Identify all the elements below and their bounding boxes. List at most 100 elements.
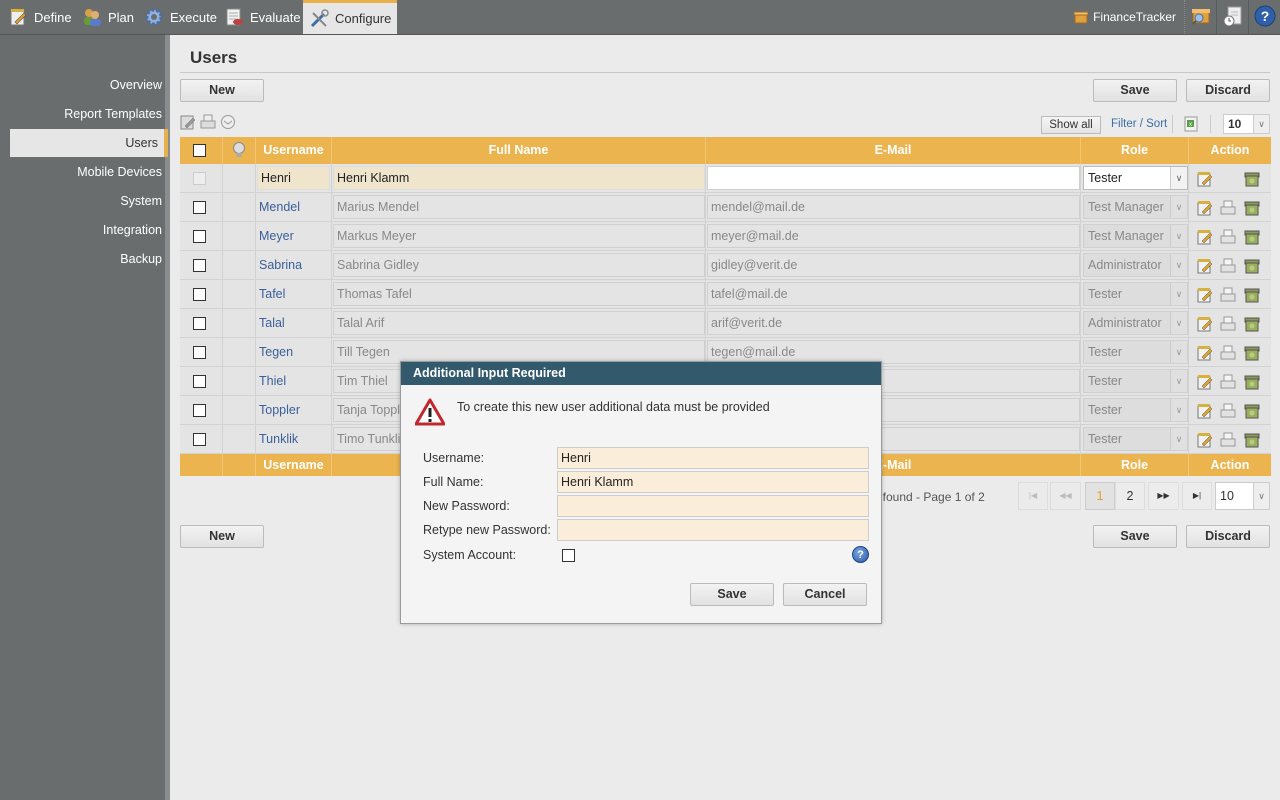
username-link[interactable]: Tegen xyxy=(259,345,293,359)
archive-delete-icon[interactable] xyxy=(1244,374,1260,390)
edit-icon[interactable] xyxy=(1197,374,1213,390)
role-select[interactable]: Tester ∨ xyxy=(1083,427,1188,451)
username-input[interactable]: Henri xyxy=(557,447,869,469)
email-field[interactable]: meyer@mail.de xyxy=(707,224,1080,248)
show-all-button[interactable]: Show all xyxy=(1041,116,1101,134)
mail-icon[interactable] xyxy=(220,114,236,130)
row-checkbox[interactable] xyxy=(193,201,206,214)
new-button-bottom[interactable]: New xyxy=(180,525,264,548)
archive-delete-icon[interactable] xyxy=(1244,200,1260,216)
archive-delete-icon[interactable] xyxy=(1244,287,1260,303)
row-checkbox[interactable] xyxy=(193,230,206,243)
sidebar-item-system[interactable]: System xyxy=(10,187,168,215)
edit-icon[interactable] xyxy=(1197,403,1213,419)
excel-export-icon[interactable]: x xyxy=(1184,116,1198,132)
retype-password-input[interactable] xyxy=(557,519,869,541)
page-1-button[interactable]: 1 xyxy=(1085,482,1115,510)
username-link[interactable]: Talal xyxy=(259,316,285,330)
edit-icon[interactable] xyxy=(1197,316,1213,332)
row-checkbox[interactable] xyxy=(193,346,206,359)
fullname-field[interactable]: Talal Arif xyxy=(333,311,705,335)
save-button-bottom[interactable]: Save xyxy=(1093,525,1177,548)
new-button[interactable]: New xyxy=(180,79,264,102)
print-icon[interactable] xyxy=(1220,229,1236,245)
edit-icon[interactable] xyxy=(1197,287,1213,303)
row-checkbox[interactable] xyxy=(193,172,206,185)
footer-header-role[interactable]: Role xyxy=(1081,454,1189,476)
edit-icon[interactable] xyxy=(1197,171,1213,187)
sidebar-item-users[interactable]: Users xyxy=(10,129,168,157)
filter-sort-link[interactable]: Filter / Sort xyxy=(1111,118,1167,130)
role-select[interactable]: Administrator ∨ xyxy=(1083,311,1188,335)
edit-icon[interactable] xyxy=(1197,258,1213,274)
new-password-input[interactable] xyxy=(557,495,869,517)
column-header-username[interactable]: Username xyxy=(256,137,332,164)
next-page-button[interactable]: ▶▶ xyxy=(1148,482,1179,510)
fullname-field[interactable]: Markus Meyer xyxy=(333,224,705,248)
system-account-checkbox[interactable] xyxy=(562,549,575,562)
row-checkbox[interactable] xyxy=(193,288,206,301)
tab-configure[interactable]: Configure xyxy=(303,0,397,34)
footer-header-username[interactable]: Username xyxy=(256,454,332,476)
page-size-select-bottom[interactable]: 10 ∨ xyxy=(1215,482,1270,510)
page-size-select-top[interactable]: 10 ∨ xyxy=(1223,114,1270,134)
email-field[interactable] xyxy=(707,166,1080,190)
row-checkbox[interactable] xyxy=(193,259,206,272)
column-header-email[interactable]: E-Mail xyxy=(706,137,1081,164)
role-select[interactable]: Tester ∨ xyxy=(1083,166,1188,190)
email-field[interactable]: gidley@verit.de xyxy=(707,253,1080,277)
help-button[interactable]: ? xyxy=(1248,0,1280,34)
row-checkbox[interactable] xyxy=(193,317,206,330)
print-icon[interactable] xyxy=(1220,200,1236,216)
history-button[interactable] xyxy=(1216,0,1248,34)
fullname-input[interactable]: Henri Klamm xyxy=(557,471,869,493)
sidebar-item-mobile-devices[interactable]: Mobile Devices xyxy=(10,158,168,186)
save-button[interactable]: Save xyxy=(1093,79,1177,102)
edit-icon[interactable] xyxy=(1197,200,1213,216)
project-search-button[interactable] xyxy=(1184,0,1216,34)
username-link[interactable]: Tafel xyxy=(259,287,285,301)
sidebar-item-backup[interactable]: Backup xyxy=(10,245,168,273)
role-select[interactable]: Tester ∨ xyxy=(1083,369,1188,393)
archive-delete-icon[interactable] xyxy=(1244,432,1260,448)
fullname-field[interactable]: Thomas Tafel xyxy=(333,282,705,306)
role-select[interactable]: Tester ∨ xyxy=(1083,398,1188,422)
fullname-field[interactable]: Sabrina Gidley xyxy=(333,253,705,277)
edit-icon[interactable] xyxy=(1197,345,1213,361)
archive-delete-icon[interactable] xyxy=(1244,258,1260,274)
archive-delete-icon[interactable] xyxy=(1244,403,1260,419)
column-header-fullname[interactable]: Full Name xyxy=(332,137,706,164)
row-checkbox[interactable] xyxy=(193,433,206,446)
first-page-button[interactable]: |◀ xyxy=(1018,482,1048,510)
print-icon[interactable] xyxy=(1220,287,1236,303)
username-field[interactable]: Henri xyxy=(257,166,330,190)
last-page-button[interactable]: ▶| xyxy=(1182,482,1212,510)
archive-delete-icon[interactable] xyxy=(1244,316,1260,332)
email-field[interactable]: mendel@mail.de xyxy=(707,195,1080,219)
print-icon[interactable] xyxy=(1220,316,1236,332)
username-link[interactable]: Mendel xyxy=(259,200,300,214)
archive-delete-icon[interactable] xyxy=(1244,345,1260,361)
role-select[interactable]: Tester ∨ xyxy=(1083,340,1188,364)
tab-evaluate[interactable]: Evaluate xyxy=(218,0,307,34)
row-checkbox[interactable] xyxy=(193,375,206,388)
tab-define[interactable]: Define xyxy=(2,0,78,34)
previous-page-button[interactable]: ◀◀ xyxy=(1050,482,1081,510)
fullname-field[interactable]: Henri Klamm xyxy=(333,166,705,190)
select-all-checkbox[interactable] xyxy=(193,144,206,157)
sidebar-item-report-templates[interactable]: Report Templates xyxy=(10,100,168,128)
edit-icon[interactable] xyxy=(1197,229,1213,245)
username-link[interactable]: Toppler xyxy=(259,403,300,417)
username-link[interactable]: Meyer xyxy=(259,229,294,243)
username-link[interactable]: Tunklik xyxy=(259,432,298,446)
dialog-cancel-button[interactable]: Cancel xyxy=(783,583,867,606)
print-icon[interactable] xyxy=(1220,374,1236,390)
archive-delete-icon[interactable] xyxy=(1244,171,1260,187)
edit-icon[interactable] xyxy=(180,114,196,130)
email-field[interactable]: arif@verit.de xyxy=(707,311,1080,335)
edit-icon[interactable] xyxy=(1197,432,1213,448)
role-select[interactable]: Administrator ∨ xyxy=(1083,253,1188,277)
archive-delete-icon[interactable] xyxy=(1244,229,1260,245)
email-field[interactable]: tafel@mail.de xyxy=(707,282,1080,306)
print-icon[interactable] xyxy=(1220,403,1236,419)
